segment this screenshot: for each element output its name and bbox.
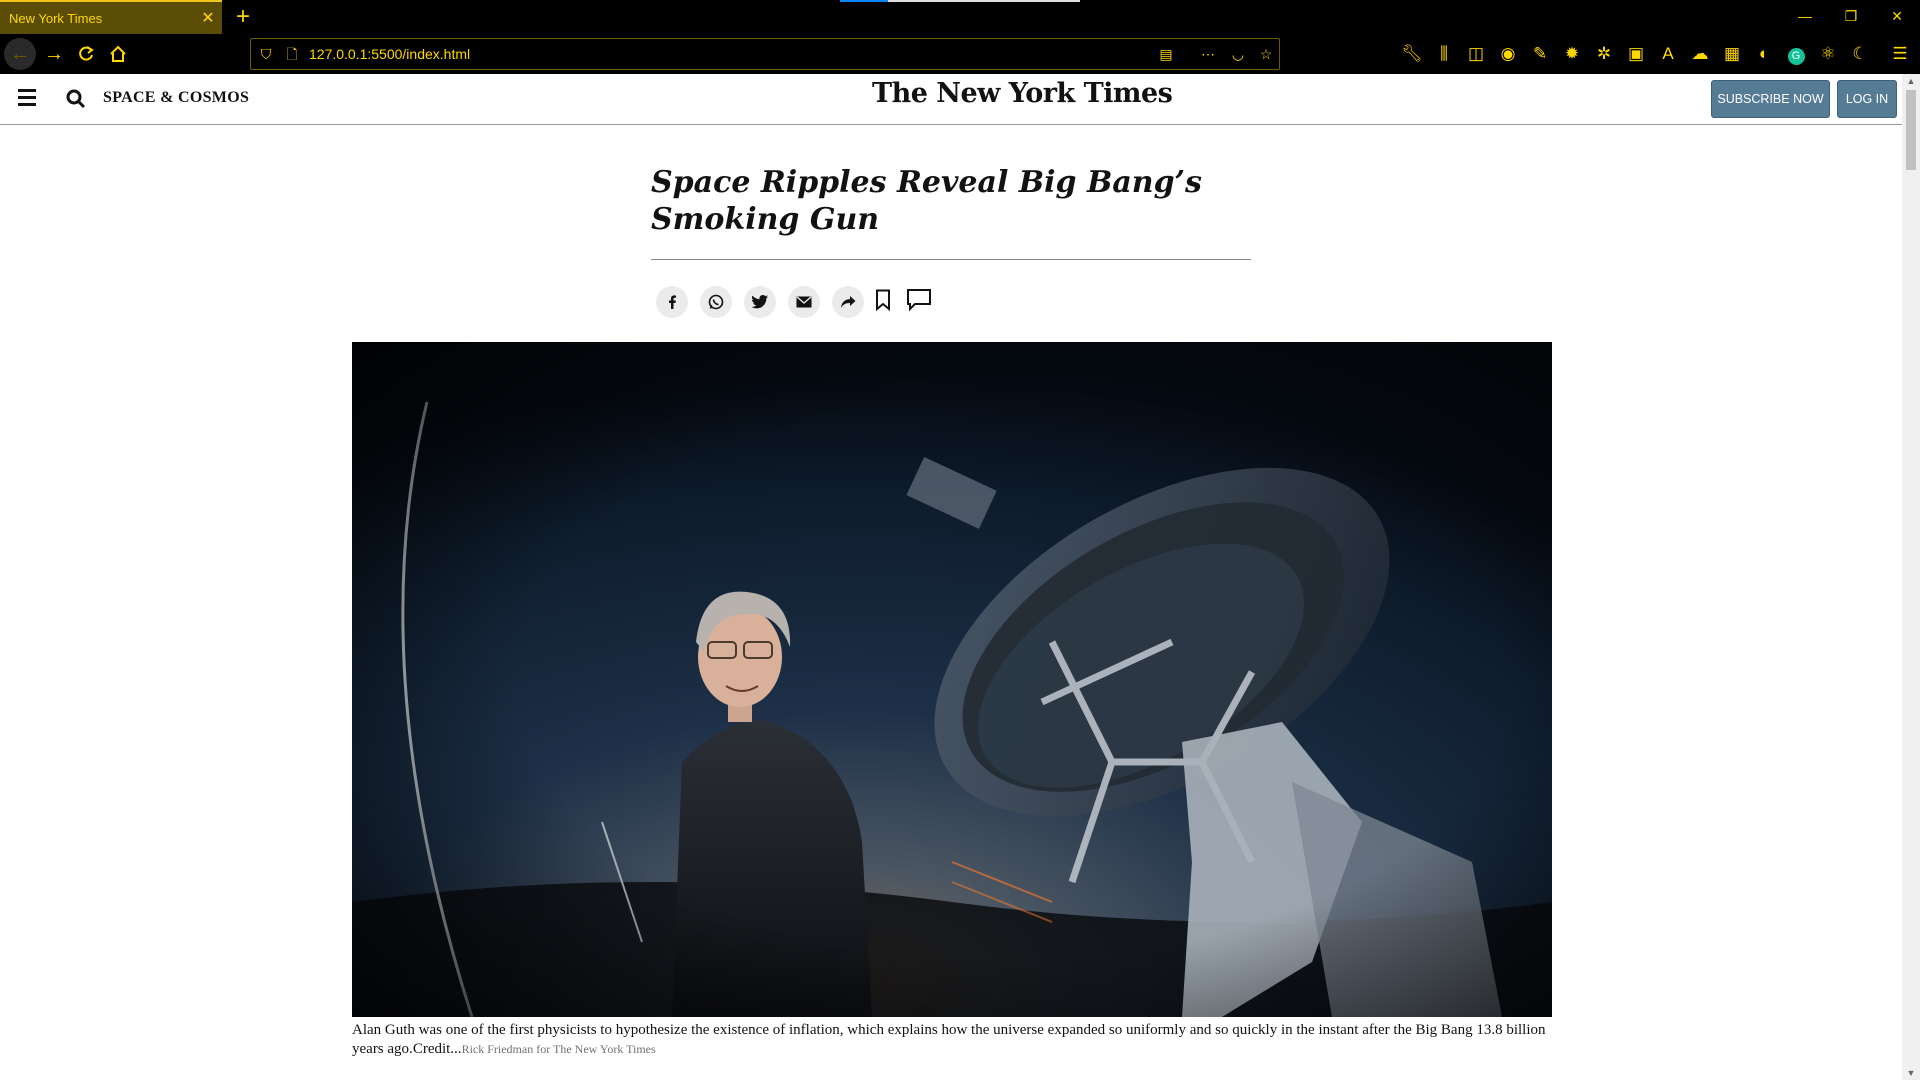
page-actions-icon[interactable]: ⋯ xyxy=(1197,39,1219,69)
screenshot-extension-icon[interactable]: ▦ xyxy=(1718,38,1746,70)
hamburger-menu-icon[interactable] xyxy=(18,89,36,107)
dark-mode-extension-icon[interactable]: ◐ xyxy=(1750,38,1778,70)
url-text[interactable]: 127.0.0.1:5500/index.html xyxy=(309,39,470,69)
section-name[interactable]: SPACE & COSMOS xyxy=(103,89,249,107)
tab-title: New York Times xyxy=(9,10,103,26)
nyt-logo[interactable]: The New York Times xyxy=(872,78,1173,109)
new-tab-button[interactable]: + xyxy=(228,2,258,32)
subscribe-button[interactable]: SUBSCRIBE NOW xyxy=(1711,80,1830,118)
account-icon[interactable]: ◉ xyxy=(1494,38,1522,70)
browser-tab-bar: New York Times ✕ + — ❐ ✕ xyxy=(0,0,1920,34)
facebook-icon[interactable] xyxy=(656,286,688,318)
bookmark-icon[interactable] xyxy=(868,284,898,316)
credit-label: Credit... xyxy=(412,1041,462,1057)
puzzle-extension-icon[interactable]: ✲ xyxy=(1590,38,1618,70)
search-icon[interactable] xyxy=(64,87,88,111)
headline-divider xyxy=(651,259,1251,260)
email-icon[interactable] xyxy=(788,286,820,318)
minimize-button[interactable]: — xyxy=(1782,0,1828,34)
browser-toolbar: ← → ⛉ 🗋 127.0.0.1:5500/index.html ▤ ⋯ ◡ … xyxy=(0,34,1920,74)
reload-icon[interactable] xyxy=(70,38,102,70)
share-arrow-icon[interactable] xyxy=(832,286,864,318)
menu-icon[interactable]: ☰ xyxy=(1886,38,1914,70)
font-extension-icon[interactable]: A xyxy=(1654,38,1682,70)
forward-icon[interactable]: → xyxy=(38,38,70,70)
pocket-icon[interactable]: ◡ xyxy=(1227,39,1249,69)
page-scrollbar[interactable]: ▲ ▼ xyxy=(1902,74,1920,1080)
tools-icon[interactable]: 🔧︎ xyxy=(1398,38,1426,70)
weather-extension-icon[interactable]: ☁ xyxy=(1686,38,1714,70)
scrollbar-thumb[interactable] xyxy=(1906,90,1916,170)
sidebar-icon[interactable]: ◫ xyxy=(1462,38,1490,70)
image-caption: Alan Guth was one of the first physicist… xyxy=(352,1021,1552,1059)
home-icon[interactable] xyxy=(102,38,134,70)
restore-button[interactable]: ❐ xyxy=(1828,0,1874,34)
react-devtools-icon[interactable]: ⚛ xyxy=(1814,38,1842,70)
pen-extension-icon[interactable]: ✎ xyxy=(1526,38,1554,70)
library-icon[interactable]: ⫼ xyxy=(1430,38,1458,70)
photo-credit: Rick Friedman for The New York Times xyxy=(461,1042,656,1056)
reader-view-icon[interactable]: ▤ xyxy=(1155,39,1177,69)
article-headline: Space Ripples Reveal Big Bang’s Smoking … xyxy=(651,165,1202,237)
twitter-icon[interactable] xyxy=(744,286,776,318)
grammarly-icon[interactable]: G xyxy=(1782,38,1810,70)
bookmark-star-icon[interactable]: ☆ xyxy=(1255,39,1277,69)
scroll-down-arrow-icon[interactable]: ▼ xyxy=(1906,1068,1916,1078)
whatsapp-icon[interactable] xyxy=(700,286,732,318)
address-bar[interactable]: ⛉ 🗋 127.0.0.1:5500/index.html ▤ ⋯ ◡ ☆ xyxy=(250,38,1280,70)
web-page: SPACE & COSMOS The New York Times SUBSCR… xyxy=(0,74,1902,1080)
comment-icon[interactable] xyxy=(904,284,934,316)
tab-load-progress xyxy=(840,0,1080,2)
tracking-shield-icon[interactable]: ⛉ xyxy=(255,39,277,69)
site-header: SPACE & COSMOS The New York Times SUBSCR… xyxy=(0,74,1902,125)
login-button[interactable]: LOG IN xyxy=(1837,80,1897,118)
article-hero-image xyxy=(352,342,1552,1017)
tab-close-icon[interactable]: ✕ xyxy=(194,8,222,28)
moon-extension-icon[interactable]: ☾ xyxy=(1846,38,1874,70)
scroll-up-arrow-icon[interactable]: ▲ xyxy=(1906,76,1916,86)
close-window-button[interactable]: ✕ xyxy=(1874,0,1920,34)
page-info-icon[interactable]: 🗋 xyxy=(281,39,303,69)
settings-extension-icon[interactable]: ✹ xyxy=(1558,38,1586,70)
back-icon[interactable]: ← xyxy=(4,38,36,70)
browser-tab[interactable]: New York Times ✕ xyxy=(0,0,222,34)
document-extension-icon[interactable]: ▣ xyxy=(1622,38,1650,70)
